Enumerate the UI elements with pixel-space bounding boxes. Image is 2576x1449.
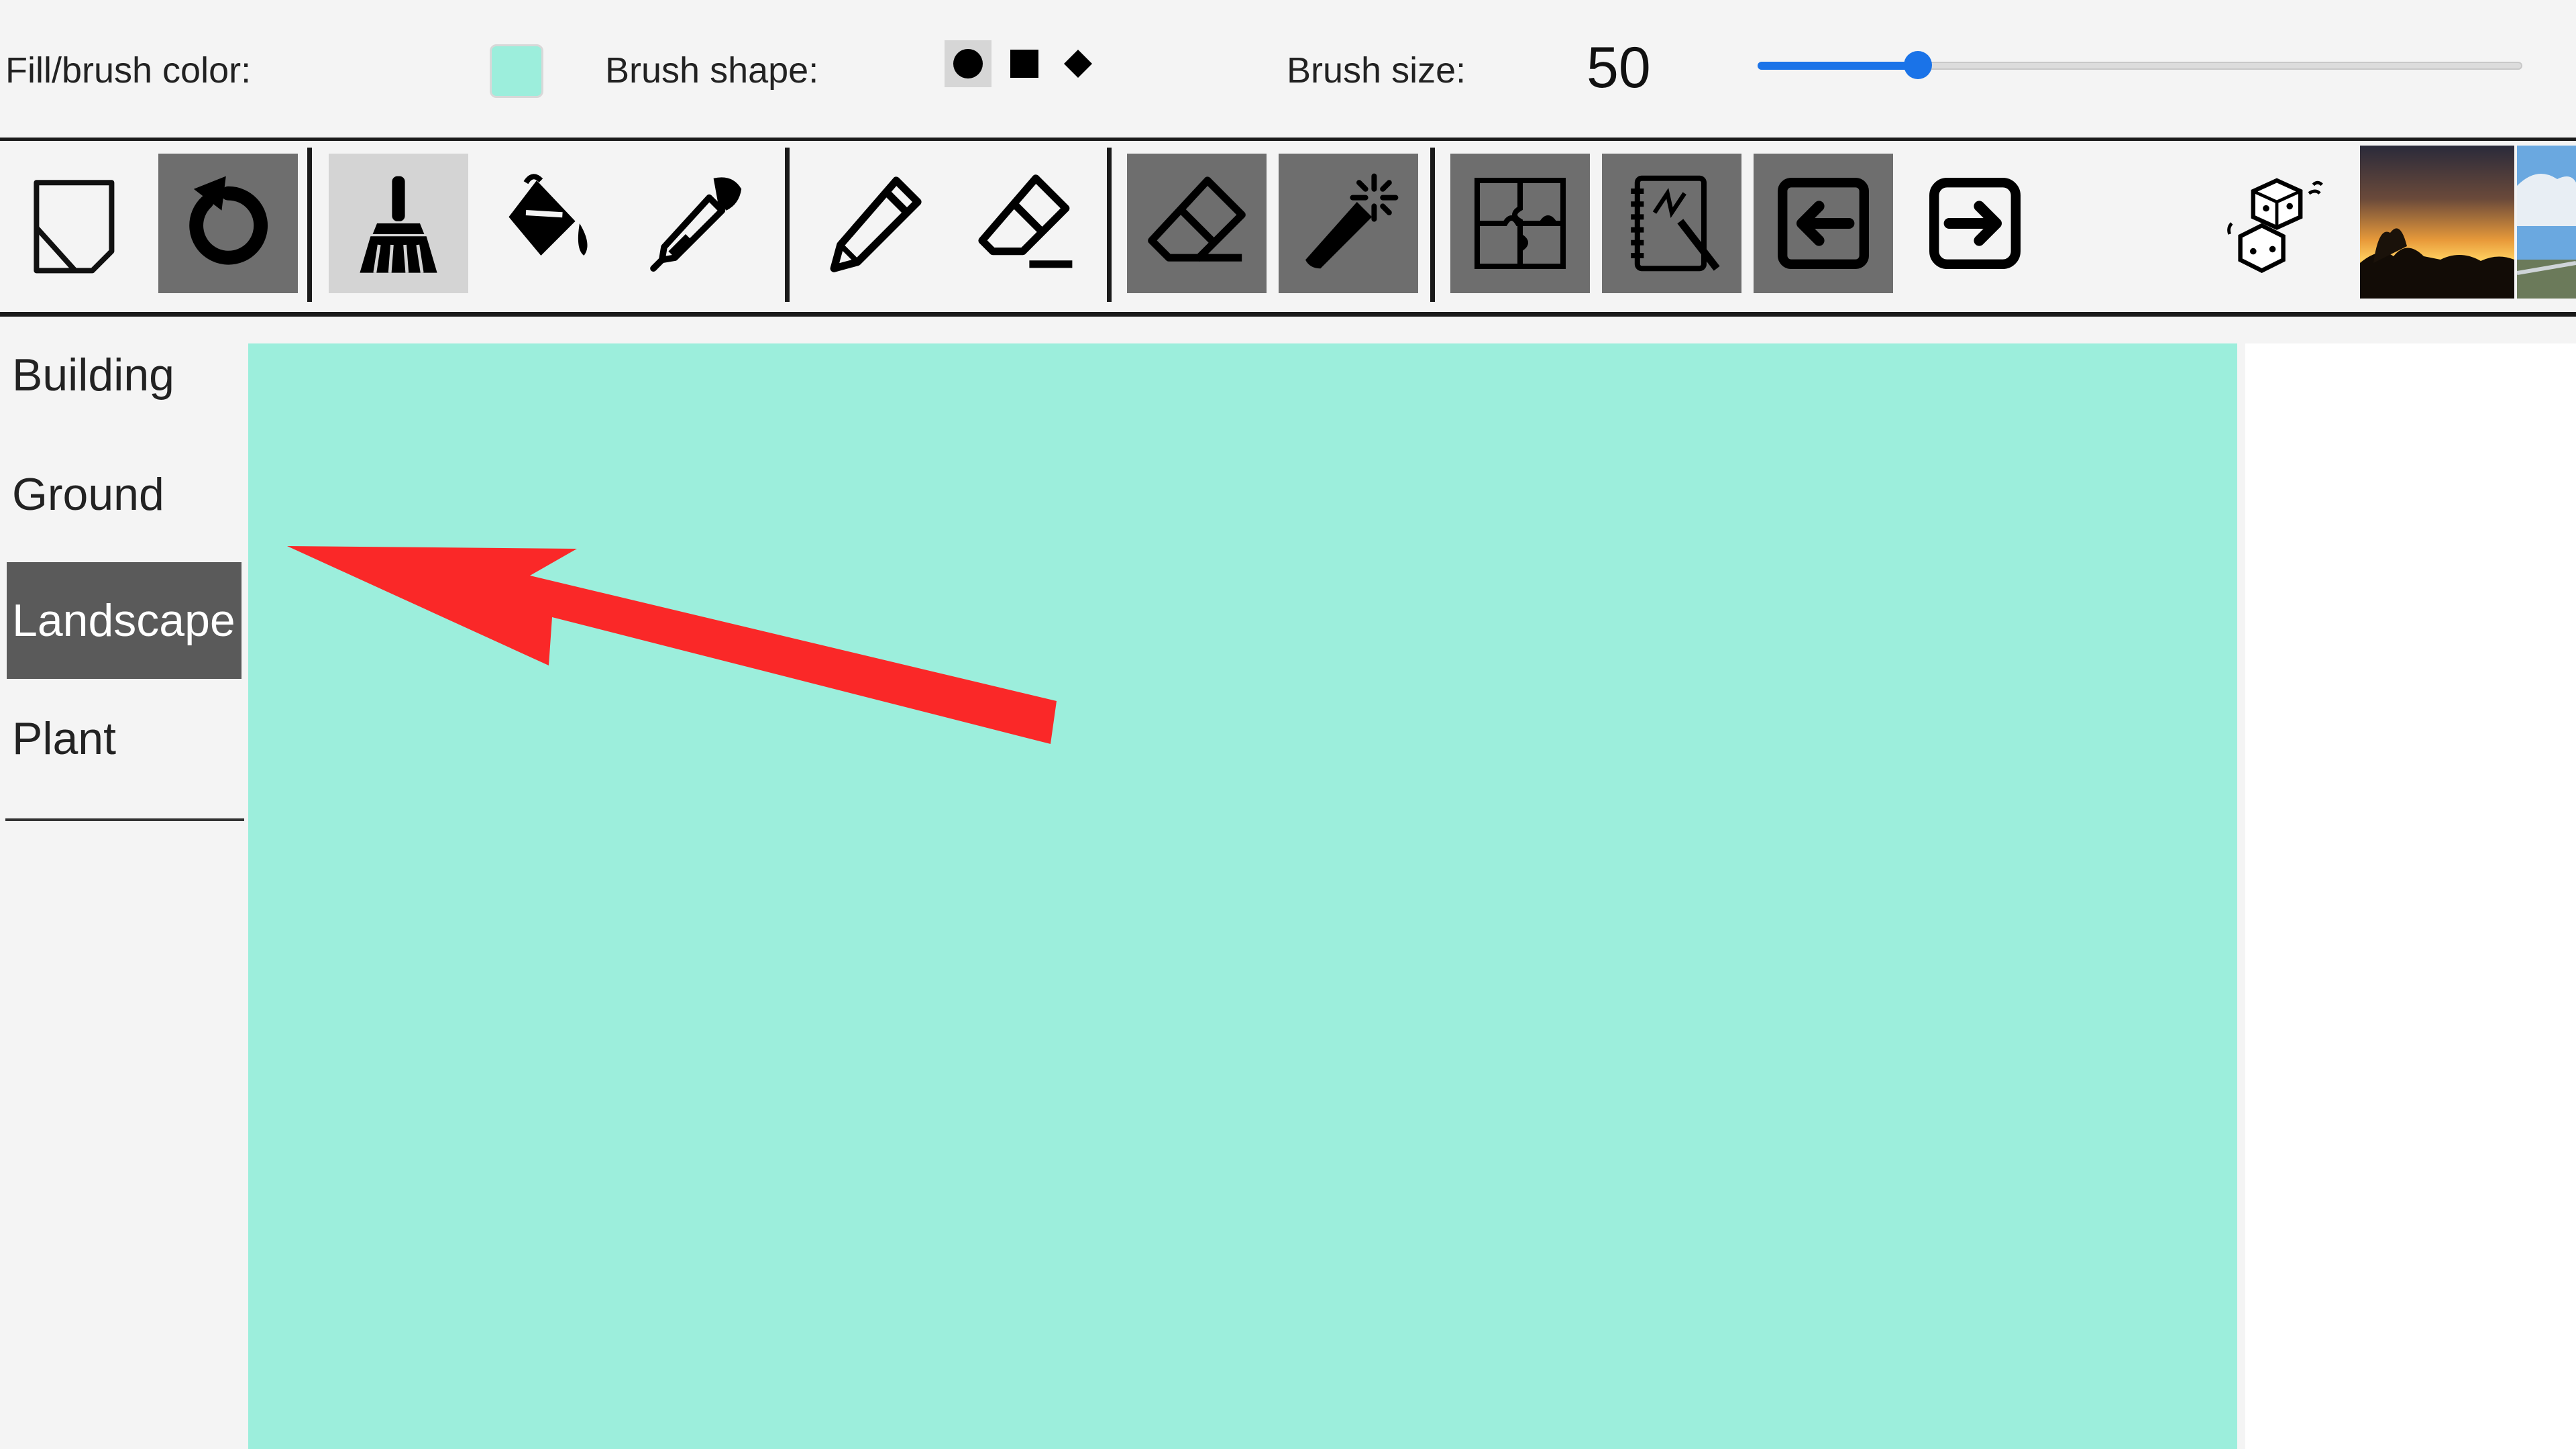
category-plant[interactable]: Plant (7, 680, 241, 797)
brush-shape-label: Brush shape: (605, 50, 819, 91)
annotation-arrow (287, 546, 1057, 744)
undo-arrow-icon (1778, 178, 1869, 269)
circle-shape-button[interactable] (945, 40, 991, 87)
fill-bucket-icon (508, 174, 588, 256)
sky-thumbnail[interactable] (2516, 146, 2576, 299)
drawing-canvas[interactable] (248, 343, 2237, 1449)
sketchbook-icon (1631, 175, 1720, 272)
eraser-icon (1148, 176, 1246, 262)
brush-size-slider[interactable] (1758, 47, 2522, 83)
category-ground[interactable]: Ground (7, 436, 241, 553)
slider-thumb[interactable] (1904, 51, 1933, 79)
tool-bar (0, 141, 2576, 317)
eyedropper-icon (650, 177, 742, 272)
puzzle-button[interactable] (1450, 154, 1590, 293)
new-canvas-button[interactable] (5, 154, 145, 293)
pencil-button[interactable] (805, 154, 945, 293)
fill-bucket-button[interactable] (478, 154, 617, 293)
toolbar-separator (785, 148, 790, 302)
pencil-icon (830, 176, 922, 272)
new-canvas-icon (34, 180, 115, 274)
diamond-shape-button[interactable] (1055, 40, 1102, 87)
category-landscape[interactable]: Landscape (7, 562, 241, 679)
color-swatch[interactable] (490, 44, 543, 98)
sunset-image (2360, 146, 2514, 299)
redo-button[interactable] (1905, 154, 2045, 293)
square-icon (1010, 50, 1038, 78)
reset-button[interactable] (158, 154, 298, 293)
circle-icon (953, 49, 983, 78)
brush-size-value: 50 (1587, 36, 1651, 100)
undo-button[interactable] (1754, 154, 1893, 293)
redo-arrow-icon (1929, 178, 2021, 269)
sketchbook-button[interactable] (1602, 154, 1741, 293)
brush-icon (360, 176, 437, 273)
line-eraser-icon (978, 174, 1073, 268)
brush-size-label: Brush size: (1287, 50, 1466, 91)
output-panel (2245, 343, 2576, 1449)
slider-fill (1758, 62, 1919, 70)
sky-image (2516, 146, 2576, 299)
category-sidebar: Building Ground Landscape Plant (0, 317, 247, 1449)
category-building[interactable]: Building (7, 317, 241, 433)
random-button[interactable] (2207, 154, 2347, 293)
line-eraser-button[interactable] (955, 154, 1095, 293)
eraser-button[interactable] (1127, 154, 1267, 293)
toolbar-separator (307, 148, 312, 302)
magic-wand-icon (1305, 173, 1399, 269)
toolbar-separator (1107, 148, 1112, 302)
toolbar-separator (1430, 148, 1435, 302)
sidebar-divider (5, 818, 244, 821)
brush-options-bar: Fill/brush color: Brush shape: Brush siz… (0, 0, 2576, 141)
magic-wand-button[interactable] (1279, 154, 1418, 293)
dice-icon (2227, 178, 2323, 273)
sunset-thumbnail[interactable] (2360, 146, 2514, 299)
brush-tool-button[interactable] (329, 154, 468, 293)
eyedropper-button[interactable] (627, 154, 766, 293)
diamond-icon (1064, 50, 1092, 78)
fill-color-label: Fill/brush color: (5, 50, 252, 91)
reset-icon (189, 176, 268, 265)
square-shape-button[interactable] (1001, 40, 1048, 87)
puzzle-icon (1474, 178, 1566, 269)
